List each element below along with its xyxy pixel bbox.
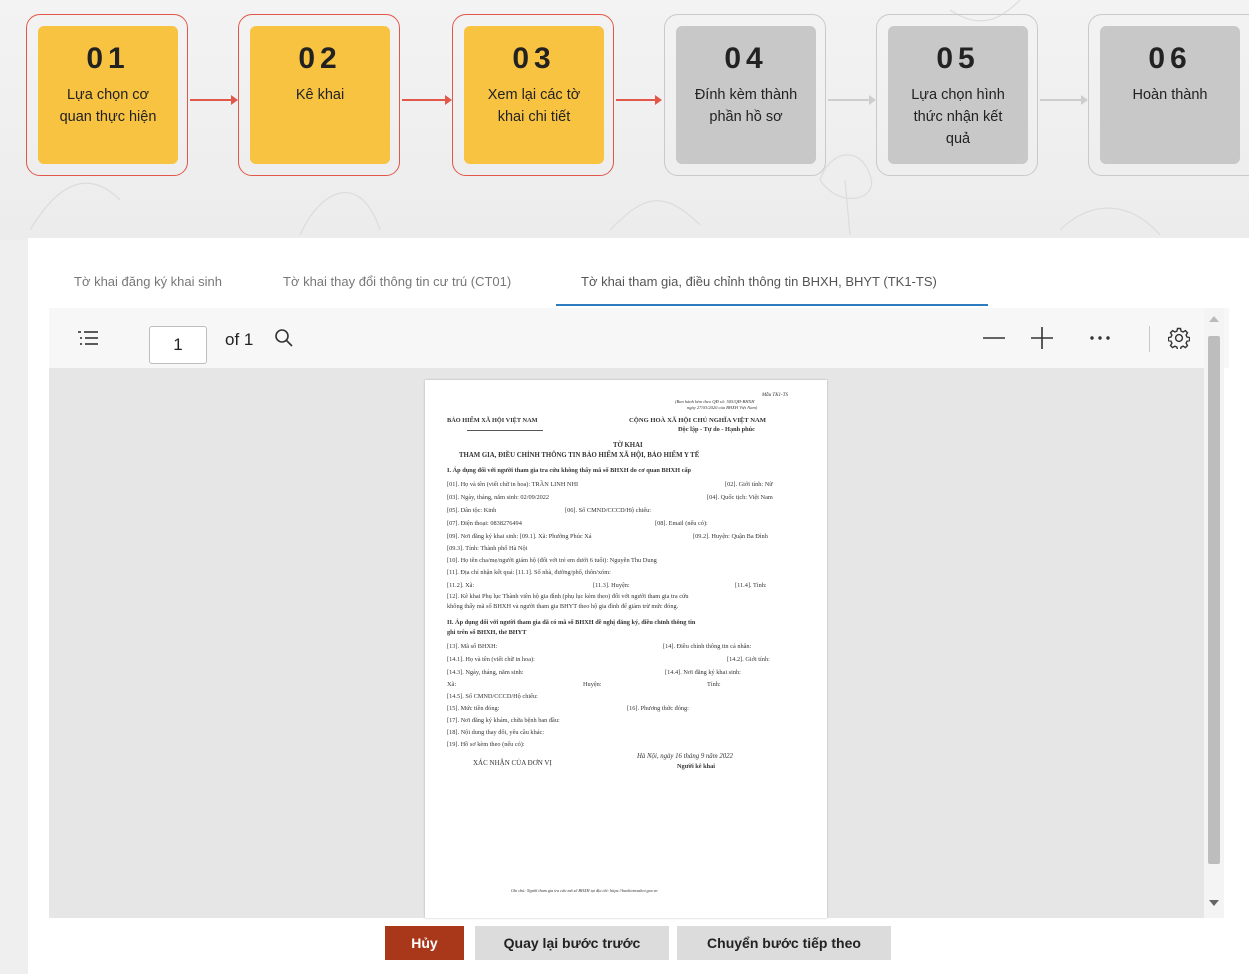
header-underline xyxy=(467,430,543,431)
previous-step-button[interactable]: Quay lại bước trước xyxy=(475,926,669,960)
field-medical-facility: [17]. Nơi đăng ký khám, chữa bệnh ban đầ… xyxy=(447,717,560,724)
step-label: Hoàn thành xyxy=(1132,87,1208,103)
form-code: Mẫu TK1-TS xyxy=(762,393,788,398)
pdf-toolbar: 1 of 1 xyxy=(49,308,1229,368)
field-adjust-info: [14]. Điều chỉnh thông tin cá nhân: xyxy=(663,643,752,650)
field-adjust-id: [14.5]. Số CMND/CCCD/Hộ chiếu: xyxy=(447,693,538,700)
section-1-heading: I. Áp dụng đối với người tham gia tra cứ… xyxy=(447,467,692,474)
form-reference: ngày 27/03/2020 của BHXH Việt Nam) xyxy=(687,405,758,410)
field-insurance-code: [13]. Mã số BHXH: xyxy=(447,643,498,650)
step-arrow-icon xyxy=(190,95,238,105)
more-icon[interactable] xyxy=(1085,308,1115,368)
field-result-address: [11]. Địa chỉ nhận kết quả: [11.1]. Số n… xyxy=(447,569,611,576)
document-footnote: Ghi chú: Người tham gia tra cứu mã số BH… xyxy=(511,888,658,893)
step-label: Kê khai xyxy=(295,87,345,103)
field-full-name: [01]. Họ và tên (viết chữ in hoa): TRẦN … xyxy=(447,481,579,488)
unit-confirmation: XÁC NHẬN CỦA ĐƠN VỊ xyxy=(473,759,552,767)
declarant-label: Người kê khai xyxy=(677,763,716,770)
field-change-content: [18]. Nội dung thay đổi, yêu cầu khác: xyxy=(447,729,545,736)
step-number: 04 xyxy=(724,42,768,75)
scroll-down-icon[interactable] xyxy=(1209,900,1219,906)
step-arrow-icon xyxy=(402,95,452,105)
field-ethnicity: [05]. Dân tộc: Kinh xyxy=(447,507,497,514)
page-number-input[interactable]: 1 xyxy=(149,326,207,364)
step-label: Lựa chọn cơ quan thực hiện xyxy=(59,87,157,125)
step-arrow-icon xyxy=(616,95,662,105)
field-adjust-birth-date: [14.3]. Ngày, tháng, năm sinh: xyxy=(447,669,524,676)
tab-social-insurance[interactable]: Tờ khai tham gia, điều chỉnh thông tin B… xyxy=(581,274,937,289)
step-number: 06 xyxy=(1148,42,1192,75)
zoom-in-icon[interactable] xyxy=(1027,308,1057,368)
step-5[interactable]: 05 Lựa chọn hình thức nhận kết quả xyxy=(888,26,1028,164)
motto: Độc lập - Tự do - Hạnh phúc xyxy=(678,426,755,433)
field-adjust-name: [14.1]. Họ và tên (viết chữ in hoa): xyxy=(447,656,535,663)
field-district: [11.3]. Huyện: xyxy=(593,582,630,589)
step-1[interactable]: 01 Lựa chọn cơ quan thực hiện xyxy=(38,26,178,164)
field-commune: [11.2]. Xã: xyxy=(447,582,475,589)
main-panel: Tờ khai đăng ký khai sinh Tờ khai thay đ… xyxy=(28,238,1249,974)
step-number: 03 xyxy=(512,42,556,75)
field-household-note: không thấy mã số BHXH và người tham gia … xyxy=(447,603,679,610)
tab-birth-registration[interactable]: Tờ khai đăng ký khai sinh xyxy=(74,274,222,289)
field-adjust-commune: Xã: xyxy=(447,681,457,688)
zoom-out-icon[interactable] xyxy=(979,308,1009,368)
step-label: Đính kèm thành phần hồ sơ xyxy=(694,87,798,125)
settings-icon[interactable] xyxy=(1164,308,1194,368)
field-payment-method: [16]. Phương thức đóng: xyxy=(627,705,689,712)
pdf-scrollbar[interactable] xyxy=(1204,308,1224,918)
step-3[interactable]: 03 Xem lại các tờ khai chi tiết xyxy=(464,26,604,164)
field-adjust-province: Tỉnh: xyxy=(707,681,721,688)
tab-residence-change[interactable]: Tờ khai thay đổi thông tin cư trú (CT01) xyxy=(283,274,511,289)
list-icon[interactable] xyxy=(73,308,103,368)
field-phone: [07]. Điện thoại: 0838276494 xyxy=(447,520,522,527)
field-guardian: [10]. Họ tên cha/mẹ/người giám hộ (đối v… xyxy=(447,557,657,564)
field-birth-place: [09]. Nơi đăng ký khai sinh: [09.1]. Xã:… xyxy=(447,533,592,540)
field-birth-province: [09.3]. Tỉnh: Thành phố Hà Nội xyxy=(447,545,528,552)
toolbar-divider xyxy=(1149,326,1150,352)
step-number: 01 xyxy=(86,42,130,75)
field-birth-district: [09.2]. Huyện: Quận Ba Đình xyxy=(693,533,768,540)
field-province: [11.4]. Tỉnh: xyxy=(735,582,767,589)
step-number: 05 xyxy=(936,42,980,75)
step-4[interactable]: 04 Đính kèm thành phần hồ sơ xyxy=(676,26,816,164)
field-adjust-gender: [14.2]. Giới tính: xyxy=(727,656,770,663)
search-icon[interactable] xyxy=(269,308,299,368)
active-tab-indicator xyxy=(556,304,988,306)
next-step-button[interactable]: Chuyển bước tiếp theo xyxy=(677,926,891,960)
step-2[interactable]: 02 Kê khai xyxy=(250,26,390,164)
field-adjust-birth-place: [14.4]. Nơi đăng ký khai sinh: xyxy=(665,669,741,676)
step-6[interactable]: 06 Hoàn thành xyxy=(1100,26,1240,164)
field-id-number: [06]. Số CMND/CCCD/Hộ chiếu: xyxy=(565,507,652,514)
pdf-page: Mẫu TK1-TS (Ban hành kèm theo QĐ số: 505… xyxy=(425,380,827,918)
field-contribution: [15]. Mức tiền đóng: xyxy=(447,705,500,712)
agency-header: BẢO HIỂM XÃ HỘI VIỆT NAM xyxy=(447,417,538,424)
document-subtitle: THAM GIA, ĐIỀU CHỈNH THÔNG TIN BẢO HIỂM … xyxy=(459,452,700,459)
cancel-button[interactable]: Hủy xyxy=(385,926,464,960)
scroll-thumb[interactable] xyxy=(1208,336,1220,864)
scroll-up-icon[interactable] xyxy=(1209,316,1219,322)
field-nationality: [04]. Quốc tịch: Việt Nam xyxy=(707,494,773,501)
page-count: of 1 xyxy=(225,330,254,349)
step-label: Xem lại các tờ khai chi tiết xyxy=(487,87,581,125)
field-attachments: [19]. Hồ sơ kèm theo (nếu có): xyxy=(447,741,525,748)
step-arrow-icon xyxy=(1040,95,1088,105)
field-adjust-district: Huyện: xyxy=(583,681,602,688)
step-label: Lựa chọn hình thức nhận kết quả xyxy=(911,87,1005,147)
field-birth-date: [03]. Ngày, tháng, năm sinh: 02/09/2022 xyxy=(447,494,550,501)
step-number: 02 xyxy=(298,42,342,75)
field-email: [08]. Email (nếu có): xyxy=(655,520,708,527)
step-arrow-icon xyxy=(828,95,876,105)
section-2-heading-cont: ghi trên sổ BHXH, thẻ BHYT xyxy=(447,629,527,636)
field-gender: [02]. Giới tính: Nữ xyxy=(725,481,773,488)
declaration-tabs: Tờ khai đăng ký khai sinh Tờ khai thay đ… xyxy=(28,238,1249,310)
